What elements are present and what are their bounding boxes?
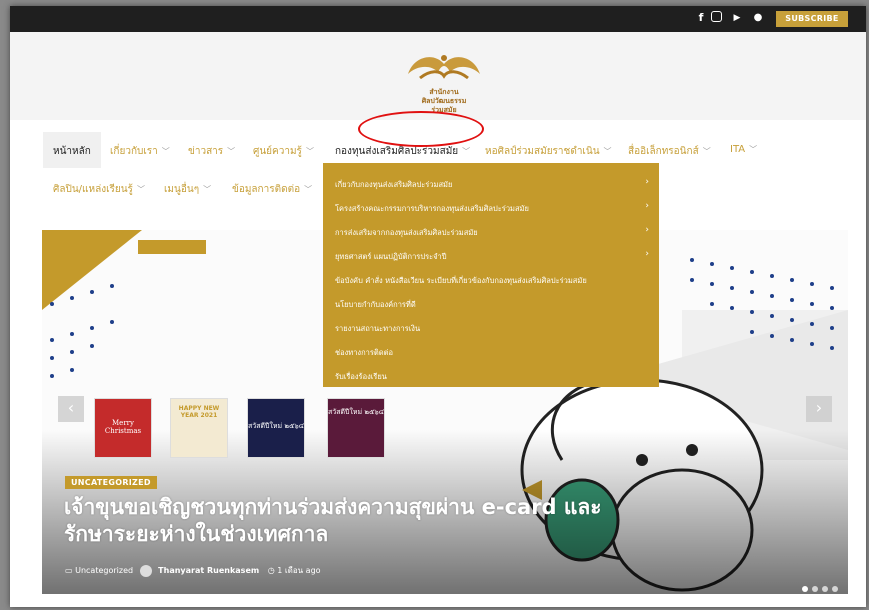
annotation-circle — [358, 111, 484, 147]
nav-knowledge[interactable]: ศูนย์ความรู้ ﹀ — [253, 144, 314, 159]
headline-line1: เจ้าขุนขอเชิญชวนทุกท่านร่วมส่งความสุขผ่า… — [64, 495, 602, 519]
logo-mark-icon — [408, 55, 480, 80]
dropdown-item[interactable]: ข้อบังคับ คำสั่ง หนังสือเวียน ระเบียบที่… — [335, 275, 587, 287]
chevron-down-icon: ﹀ — [603, 147, 612, 156]
category-badge[interactable]: UNCATEGORIZED — [65, 476, 157, 489]
headline-line2: รักษาระยะห่างในช่วงเทศกาล — [64, 522, 329, 546]
ecard-label: HAPPY NEW YEAR 2021 — [178, 405, 220, 419]
dropdown-item[interactable]: โครงสร้างคณะกรรมการบริหารกองทุนส่งเสริมศ… — [335, 203, 529, 215]
meta-author[interactable]: Thanyarat Ruenkasem — [158, 566, 259, 575]
clock-icon: ◷ — [267, 566, 275, 575]
meta-time: 1 เดือน ago — [277, 566, 321, 575]
chevron-right-icon: › — [645, 249, 649, 259]
ecard-thumbnail[interactable]: Merry Christmas — [94, 398, 152, 458]
ecard-label: สวัสดีปีใหม่ ๒๕๖๔ — [248, 422, 304, 430]
chevron-right-icon: › — [645, 201, 649, 211]
post-meta: ▭ Uncategorized Thanyarat Ruenkasem ◷ 1 … — [65, 564, 321, 577]
dropdown-item[interactable]: รายงานสถานะทางการเงิน — [335, 323, 420, 335]
nav-e-media[interactable]: สื่ออิเล็กทรอนิกส์ ﹀ — [628, 144, 711, 159]
slider-prev-button[interactable]: ‹ — [58, 396, 84, 422]
folder-icon: ▭ — [65, 566, 73, 575]
chevron-right-icon: › — [645, 177, 649, 187]
chevron-down-icon: ﹀ — [749, 145, 758, 154]
slider-dot[interactable] — [822, 586, 828, 592]
nav-news[interactable]: ข่าวสาร ﹀ — [188, 144, 235, 159]
browser-page: f ▶ ● SUBSCRIBE สำนักงาน ศิลปวัฒนธรรม ร่… — [10, 6, 866, 607]
nav-home[interactable]: หน้าหลัก — [53, 144, 91, 159]
logo-text-line1: สำนักงาน — [429, 88, 459, 96]
ecard-label: Merry Christmas — [104, 419, 142, 435]
slider-dot[interactable] — [812, 586, 818, 592]
chevron-down-icon: ﹀ — [304, 185, 313, 194]
dropdown-item[interactable]: เกี่ยวกับกองทุนส่งเสริมศิลปะร่วมสมัย — [335, 179, 452, 191]
nav-other-menu[interactable]: เมนูอื่นๆ ﹀ — [164, 182, 211, 197]
site-header: สำนักงาน ศิลปวัฒนธรรม ร่วมสมัย — [10, 32, 866, 120]
avatar — [139, 564, 152, 577]
ecard-thumbnail[interactable]: HAPPY NEW YEAR 2021 — [170, 398, 228, 458]
subscribe-button[interactable]: SUBSCRIBE — [776, 11, 848, 27]
chevron-down-icon: ﹀ — [227, 147, 236, 156]
chevron-down-icon: ﹀ — [161, 147, 170, 156]
slider-next-button[interactable]: › — [806, 396, 832, 422]
nav-artists[interactable]: ศิลปิน/แหล่งเรียนรู้ ﹀ — [53, 182, 145, 197]
chevron-down-icon: ﹀ — [136, 185, 145, 194]
ecard-label: สวัสดีปีใหม่ ๒๕๖๔ — [328, 408, 384, 416]
meta-category[interactable]: Uncategorized — [75, 566, 133, 575]
instagram-icon[interactable] — [711, 11, 722, 22]
fund-dropdown-menu: เกี่ยวกับกองทุนส่งเสริมศิลปะร่วมสมัย › โ… — [323, 163, 659, 387]
dropdown-item[interactable]: นโยบายกำกับองค์การที่ดี — [335, 299, 416, 311]
dropdown-item[interactable]: รับเรื่องร้องเรียน — [335, 371, 387, 383]
slider-dot[interactable] — [832, 586, 838, 592]
top-bar: f ▶ ● SUBSCRIBE — [10, 6, 866, 32]
dropdown-item[interactable]: ช่องทางการติดต่อ — [335, 347, 393, 359]
nav-ita[interactable]: ITA ﹀ — [730, 144, 757, 155]
nav-contact[interactable]: ข้อมูลการติดต่อ ﹀ — [232, 182, 312, 197]
ecard-thumbnail[interactable]: สวัสดีปีใหม่ ๒๕๖๔ — [327, 398, 385, 458]
dropdown-item[interactable]: ยุทธศาสตร์ แผนปฏิบัติการประจำปี — [335, 251, 447, 263]
hero-headline[interactable]: เจ้าขุนขอเชิญชวนทุกท่านร่วมส่งความสุขผ่า… — [64, 494, 664, 548]
chevron-down-icon: ﹀ — [702, 147, 711, 156]
nav-about[interactable]: เกี่ยวกับเรา ﹀ — [110, 144, 170, 159]
youtube-icon[interactable]: ▶ — [730, 11, 744, 25]
chevron-down-icon: ﹀ — [203, 185, 212, 194]
ecard-thumbnail[interactable]: สวัสดีปีใหม่ ๒๕๖๔ — [247, 398, 305, 458]
chevron-down-icon: ﹀ — [305, 147, 314, 156]
chevron-right-icon: › — [645, 225, 649, 235]
chevron-down-icon: ﹀ — [462, 147, 471, 156]
chat-icon[interactable]: ● — [751, 11, 765, 25]
dropdown-item[interactable]: การส่งเสริมจากกองทุนส่งเสริมศิลปะร่วมสมั… — [335, 227, 478, 239]
facebook-icon[interactable]: f — [694, 11, 708, 25]
logo-text-line2: ศิลปวัฒนธรรม — [421, 97, 467, 105]
nav-gallery[interactable]: หอศิลป์ร่วมสมัยราชดำเนิน ﹀ — [485, 144, 612, 159]
slider-dot-active[interactable] — [802, 586, 808, 592]
site-logo[interactable]: สำนักงาน ศิลปวัฒนธรรม ร่วมสมัย — [400, 44, 488, 120]
